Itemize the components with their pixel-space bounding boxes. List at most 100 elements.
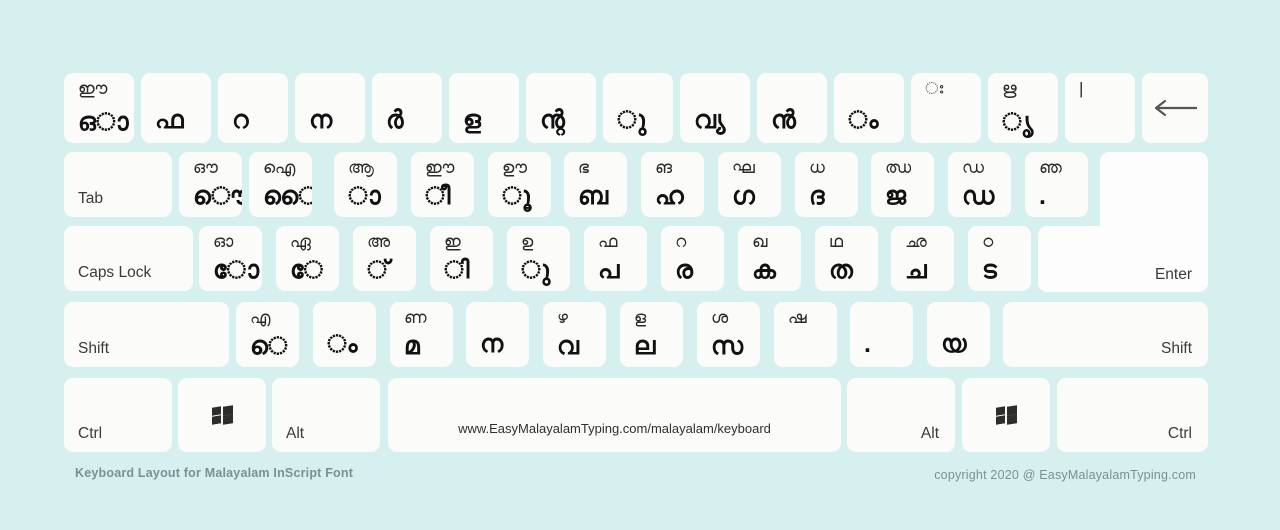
key-bottom-glyph: ൃ bbox=[1002, 107, 1034, 136]
key-number-9[interactable]: വ്യ bbox=[680, 73, 750, 143]
key-alt-left[interactable]: Alt bbox=[272, 378, 380, 452]
key-number-2[interactable]: ഫ bbox=[141, 73, 211, 143]
key-enter[interactable]: Enter bbox=[1038, 152, 1208, 292]
key-bottom-glyph: ീ bbox=[425, 181, 451, 210]
key-caps-11[interactable]: ഠ ട bbox=[968, 226, 1031, 291]
key-equals[interactable]: ഃ bbox=[911, 73, 981, 143]
key-caps-8[interactable]: ഖ ക bbox=[738, 226, 801, 291]
key-number-5[interactable]: ർ bbox=[372, 73, 442, 143]
key-bottom-glyph: യ bbox=[941, 329, 967, 358]
key-shift-5[interactable]: ഴ വ bbox=[543, 302, 606, 367]
key-bottom-glyph: ാ bbox=[348, 181, 381, 210]
key-number-4[interactable]: ന bbox=[295, 73, 365, 143]
key-bottom-glyph: ഒാ bbox=[78, 107, 129, 136]
key-number-3[interactable]: റ bbox=[218, 73, 288, 143]
key-caps-2[interactable]: ഏ േ bbox=[276, 226, 339, 291]
key-ctrl-right[interactable]: Ctrl bbox=[1057, 378, 1208, 452]
key-shift-left[interactable]: Shift bbox=[64, 302, 229, 367]
key-caps-7[interactable]: റ ര bbox=[661, 226, 724, 291]
key-tab[interactable]: Tab bbox=[64, 152, 172, 217]
key-bottom-glyph: ൂ bbox=[502, 181, 532, 210]
key-top-glyph: ഖ bbox=[752, 232, 768, 251]
key-bottom-glyph: ട bbox=[982, 255, 997, 284]
key-caps-lock[interactable]: Caps Lock bbox=[64, 226, 193, 291]
key-bottom-glyph: ം bbox=[327, 329, 358, 358]
key-top-glyph: ഥ bbox=[829, 232, 843, 251]
key-bottom-glyph: ൻ bbox=[771, 105, 796, 134]
key-bottom-glyph: ു bbox=[521, 255, 551, 284]
key-shift-10[interactable]: യ bbox=[927, 302, 990, 367]
key-bottom-glyph: ോ bbox=[213, 255, 260, 284]
key-top-glyph: ഊ bbox=[502, 158, 528, 177]
key-ctrl-left[interactable]: Ctrl bbox=[64, 378, 172, 452]
key-top-glyph: അ bbox=[367, 232, 391, 251]
key-shift-1[interactable]: എ െ bbox=[236, 302, 299, 367]
key-shift-8[interactable]: ഷ bbox=[774, 302, 837, 367]
key-bottom-glyph: പ bbox=[598, 255, 620, 284]
key-bottom-glyph: സ bbox=[711, 331, 744, 360]
key-number-6[interactable]: ള bbox=[449, 73, 519, 143]
enter-upper-block bbox=[1100, 152, 1208, 233]
key-top-glyph: ഔ bbox=[193, 158, 218, 177]
key-tab-9[interactable]: ധ ദ bbox=[795, 152, 858, 217]
key-number-1[interactable]: ഈ ഒാ bbox=[64, 73, 134, 143]
key-caps-6[interactable]: ഫ പ bbox=[584, 226, 647, 291]
key-top-glyph: എ bbox=[250, 308, 271, 327]
key-windows-left[interactable] bbox=[178, 378, 266, 452]
key-windows-right[interactable] bbox=[962, 378, 1050, 452]
key-label: Shift bbox=[1160, 340, 1192, 357]
key-bottom-glyph: ൌ bbox=[193, 181, 242, 210]
key-pipe[interactable]: | bbox=[1065, 73, 1135, 143]
key-tab-5[interactable]: ഊ ൂ bbox=[488, 152, 551, 217]
key-bottom-glyph: ം bbox=[848, 105, 879, 134]
key-bottom-glyph: ി bbox=[444, 255, 470, 284]
left-arrow-icon bbox=[1142, 73, 1208, 143]
key-tab-10[interactable]: ഝ ജ bbox=[871, 152, 934, 217]
key-top-glyph: ആ bbox=[348, 158, 374, 177]
key-tab-8[interactable]: ഘ ഗ bbox=[718, 152, 781, 217]
key-alt-right[interactable]: Alt bbox=[847, 378, 955, 452]
key-shift-7[interactable]: ശ സ bbox=[697, 302, 760, 367]
key-top-glyph: ഡ bbox=[962, 158, 984, 177]
key-label: Ctrl bbox=[78, 425, 103, 442]
key-caps-9[interactable]: ഥ ത bbox=[815, 226, 878, 291]
key-bottom-glyph: വ്യ bbox=[694, 105, 726, 134]
key-shift-3[interactable]: ണ മ bbox=[390, 302, 453, 367]
key-bottom-glyph: െ bbox=[250, 331, 288, 360]
key-caps-4[interactable]: ഇ ി bbox=[430, 226, 493, 291]
key-shift-6[interactable]: ള ല bbox=[620, 302, 683, 367]
key-number-0[interactable]: ൻ bbox=[757, 73, 827, 143]
key-top-glyph: ധ bbox=[809, 158, 825, 177]
key-minus[interactable]: ം bbox=[834, 73, 904, 143]
key-bottom-glyph: . bbox=[864, 329, 871, 358]
key-top-glyph: ള bbox=[634, 308, 647, 327]
key-bracket-extra[interactable]: ഋ ൃ bbox=[988, 73, 1058, 143]
key-number-7[interactable]: ന്റ bbox=[526, 73, 596, 143]
key-caps-5[interactable]: ഉ ു bbox=[507, 226, 570, 291]
key-caps-10[interactable]: ഛ ച bbox=[891, 226, 954, 291]
key-tab-11[interactable]: ഡ ഡ bbox=[948, 152, 1011, 217]
key-top-glyph: ഓ bbox=[213, 232, 234, 251]
key-shift-right[interactable]: Shift bbox=[1003, 302, 1208, 367]
key-top-glyph: ണ bbox=[404, 308, 427, 327]
key-tab-1[interactable]: ഔ ൌ bbox=[179, 152, 242, 217]
layout-caption: Keyboard Layout for Malayalam InScript F… bbox=[75, 466, 354, 480]
key-caps-1[interactable]: ഓ ോ bbox=[199, 226, 262, 291]
key-spacebar[interactable]: www.EasyMalayalamTyping.com/malayalam/ke… bbox=[388, 378, 841, 452]
key-shift-4[interactable]: ന bbox=[466, 302, 529, 367]
key-label: Tab bbox=[78, 190, 103, 207]
key-bottom-glyph: ഹ bbox=[655, 181, 684, 210]
key-shift-9[interactable]: . bbox=[850, 302, 913, 367]
key-top-glyph: ഇ bbox=[444, 232, 461, 251]
key-tab-2[interactable]: ഐ ൈ bbox=[249, 152, 312, 217]
key-label: Enter bbox=[1154, 266, 1192, 283]
key-shift-2[interactable]: ം bbox=[313, 302, 376, 367]
key-tab-3[interactable]: ആ ാ bbox=[334, 152, 397, 217]
key-tab-7[interactable]: ങ ഹ bbox=[641, 152, 704, 217]
key-top-glyph: | bbox=[1079, 79, 1084, 98]
key-number-8[interactable]: ു bbox=[603, 73, 673, 143]
key-caps-3[interactable]: അ ് bbox=[353, 226, 416, 291]
key-tab-4[interactable]: ഈ ീ bbox=[411, 152, 474, 217]
key-tab-6[interactable]: ഭ ബ bbox=[564, 152, 627, 217]
key-backspace[interactable] bbox=[1142, 73, 1208, 143]
